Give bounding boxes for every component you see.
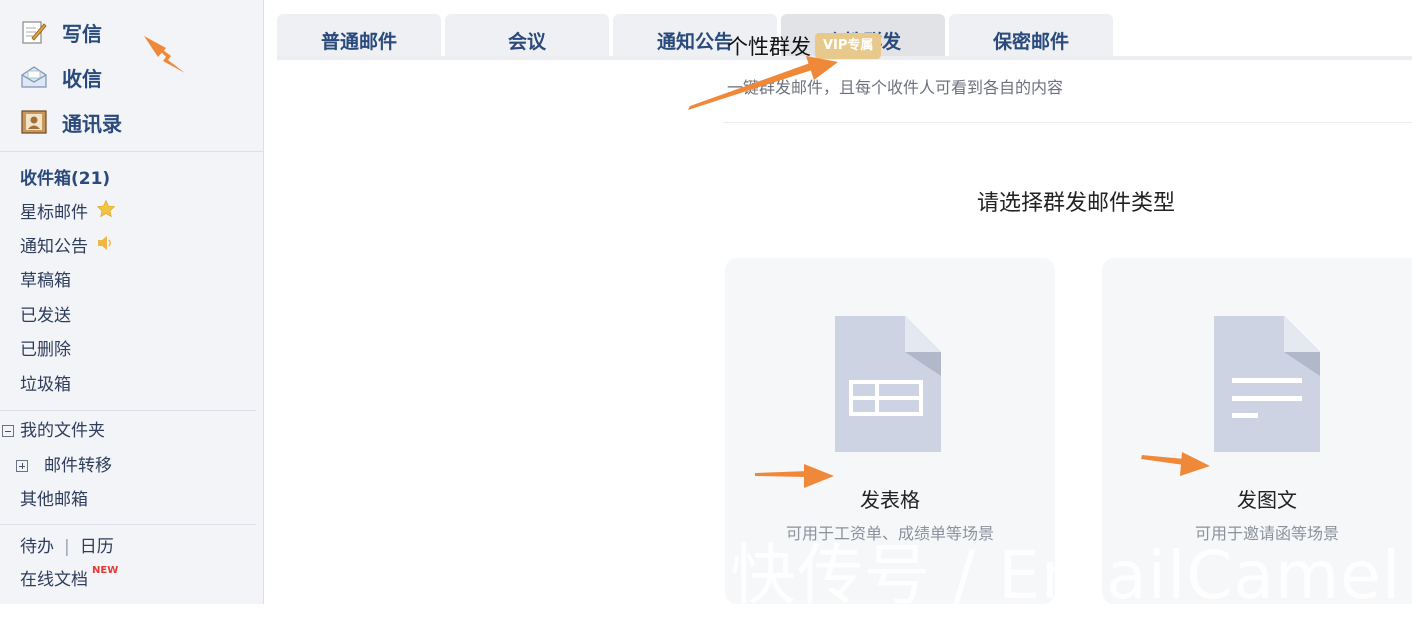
- sidebar-item-notices[interactable]: 通知公告: [20, 234, 114, 260]
- sidebar-divider: [0, 151, 264, 152]
- contacts-label: 通讯录: [62, 111, 122, 136]
- sidebar-item-mail-forward[interactable]: 邮件转移: [16, 453, 112, 479]
- tab-confidential-mail[interactable]: 保密邮件: [949, 14, 1113, 56]
- sidebar-todo-calendar-row: 待办 | 日历: [20, 534, 114, 560]
- tab-meeting[interactable]: 会议: [445, 14, 609, 56]
- star-icon: [96, 199, 116, 227]
- expand-icon[interactable]: [16, 460, 28, 472]
- tab-normal-mail[interactable]: 普通邮件: [277, 14, 441, 56]
- receive-mail-label: 收信: [62, 66, 102, 91]
- calendar-link[interactable]: 日历: [80, 534, 114, 560]
- send-image-text-card[interactable]: 发图文 可用于邀请函等场景: [1102, 258, 1412, 604]
- sidebar-item-other-mailboxes[interactable]: 其他邮箱: [20, 487, 88, 513]
- compose-button[interactable]: 写信: [20, 16, 102, 48]
- sidebar-item-deleted[interactable]: 已删除: [20, 337, 71, 363]
- sidebar-item-label: 在线文档: [20, 570, 88, 590]
- sidebar-item-inbox[interactable]: 收件箱(21): [20, 166, 110, 192]
- compose-icon: [20, 18, 48, 46]
- header-divider: [723, 122, 1412, 123]
- card-label: 发表格: [860, 488, 920, 512]
- choose-type-heading: 请选择群发邮件类型: [977, 191, 1176, 216]
- sidebar-item-sent[interactable]: 已发送: [20, 303, 71, 329]
- sidebar-item-label: 我的文件夹: [20, 421, 105, 441]
- separator-pipe: |: [64, 537, 70, 557]
- spreadsheet-doc-icon: [835, 316, 941, 452]
- sidebar-item-label: 邮件转移: [44, 456, 112, 476]
- card-description: 可用于工资单、成绩单等场景: [785, 524, 994, 543]
- send-table-card[interactable]: 发表格 可用于工资单、成绩单等场景: [725, 258, 1055, 604]
- sidebar-item-label: 星标邮件: [20, 203, 88, 223]
- document-text-icon: [1214, 316, 1320, 452]
- sidebar-item-label: 通知公告: [20, 237, 88, 257]
- receive-mail-button[interactable]: 收信: [20, 61, 102, 93]
- sidebar-divider: [0, 524, 256, 525]
- sidebar-item-drafts[interactable]: 草稿箱: [20, 268, 71, 294]
- new-badge: NEW: [92, 565, 119, 576]
- collapse-icon[interactable]: [2, 425, 14, 437]
- sidebar: 写信 收信 通讯录 收件箱(21) 星标邮件 通知公告 草稿箱 已发送 已删除 …: [0, 0, 264, 604]
- card-label: 发图文: [1237, 488, 1297, 512]
- contacts-icon: [20, 108, 48, 136]
- sidebar-item-starred[interactable]: 星标邮件: [20, 199, 116, 227]
- compose-label: 写信: [62, 21, 102, 46]
- contacts-button[interactable]: 通讯录: [20, 106, 122, 138]
- vip-badge: VIP专属: [815, 33, 882, 59]
- sidebar-item-online-docs[interactable]: 在线文档 NEW: [20, 565, 118, 593]
- mass-mail-title: 个性群发 VIP专属: [727, 31, 882, 61]
- sidebar-item-my-folders[interactable]: 我的文件夹: [2, 418, 105, 444]
- sidebar-divider: [0, 410, 256, 411]
- todo-link[interactable]: 待办: [20, 534, 54, 560]
- speaker-icon: [96, 234, 114, 260]
- sidebar-item-spam[interactable]: 垃圾箱: [20, 372, 71, 398]
- card-description: 可用于邀请函等场景: [1194, 524, 1339, 543]
- mass-mail-subtitle: 一键群发邮件，且每个收件人可看到各自的内容: [727, 78, 1064, 97]
- receive-mail-icon: [20, 63, 48, 91]
- mass-mail-title-text: 个性群发: [727, 35, 811, 59]
